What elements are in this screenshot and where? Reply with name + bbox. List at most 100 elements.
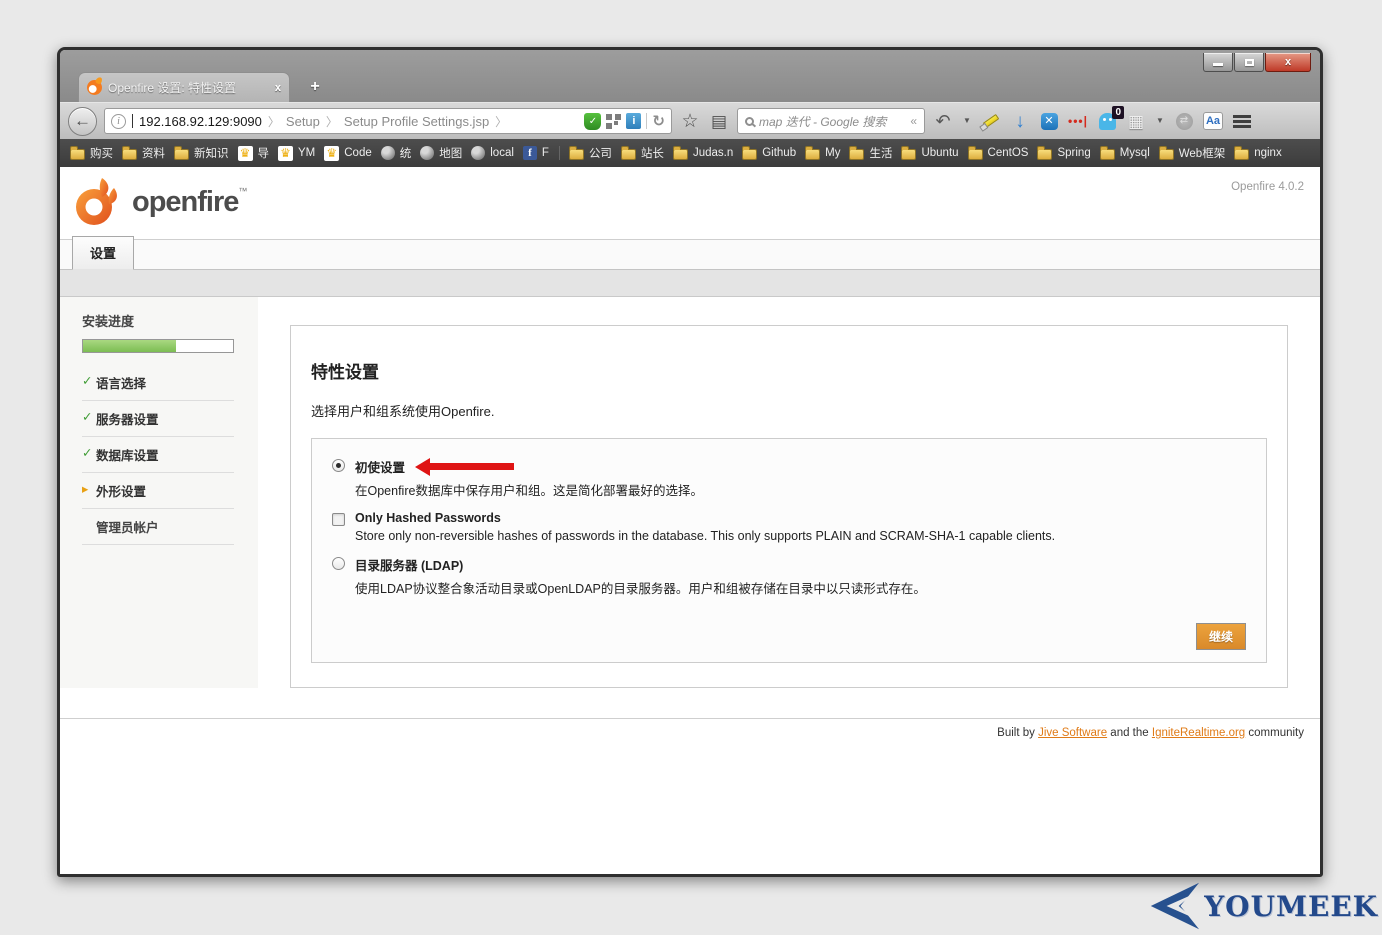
setup-steps: 语言选择 服务器设置 数据库设置 外形设置: [82, 365, 234, 545]
bookmark-item[interactable]: My: [805, 147, 840, 160]
window-controls: x: [1202, 53, 1311, 72]
highlighter-pen-icon: [983, 114, 1000, 128]
bookmark-label: Mysql: [1120, 147, 1150, 159]
bookmark-icon: [849, 149, 864, 160]
setup-body: 安装进度 语言选择 服务器设置: [60, 297, 1320, 688]
bookmark-star-icon[interactable]: ☆: [679, 110, 701, 132]
close-icon: x: [1285, 56, 1291, 68]
bookmark-label: 统: [400, 145, 412, 161]
tab-settings[interactable]: 设置: [72, 236, 134, 270]
adblock-dots-icon[interactable]: •••|: [1067, 110, 1089, 132]
qr-code-icon[interactable]: [606, 114, 621, 129]
igniterealtime-link[interactable]: IgniteRealtime.org: [1152, 727, 1245, 739]
bookmark-item[interactable]: Code: [324, 146, 372, 161]
undo-dropdown-icon[interactable]: ▼: [961, 110, 973, 132]
reload-icon[interactable]: ↻: [652, 112, 665, 130]
highlighter-icon[interactable]: [980, 110, 1002, 132]
menu-button[interactable]: [1231, 110, 1253, 132]
progress-bar: [82, 339, 234, 353]
bookmark-item[interactable]: nginx: [1234, 147, 1282, 160]
bookmark-item[interactable]: 购买: [70, 145, 113, 161]
step-label: 语言选择: [96, 377, 146, 391]
bookmark-item[interactable]: Github: [742, 147, 796, 160]
bookmark-icon: [673, 149, 688, 160]
bookmark-item[interactable]: 站长: [621, 145, 664, 161]
close-button[interactable]: x: [1265, 53, 1311, 72]
bookmark-label: CentOS: [988, 147, 1029, 159]
option-description: Store only non-reversible hashes of pass…: [355, 529, 1055, 543]
bookmark-icon: [1234, 149, 1249, 160]
bookmark-item[interactable]: F: [523, 146, 560, 160]
bookmark-item[interactable]: Judas.n: [673, 147, 733, 160]
xmarks-icon[interactable]: ✕: [1038, 110, 1060, 132]
bookmarks-bar: 购买 资料 新知识 导 YM Code: [60, 139, 1320, 167]
bookmark-item[interactable]: 地图: [420, 145, 462, 161]
bookmark-item[interactable]: 生活: [849, 145, 892, 161]
search-icon: [745, 117, 754, 126]
blank-area: [60, 749, 1320, 874]
reader-mode-icon[interactable]: Aa: [1202, 110, 1224, 132]
maximize-button[interactable]: [1234, 53, 1264, 72]
option-description: 使用LDAP协议整合象活动目录或OpenLDAP的目录服务器。用户和组被存储在目…: [355, 578, 926, 597]
bookmark-icon: [742, 149, 757, 160]
tab-close-icon[interactable]: x: [275, 82, 281, 94]
option-label[interactable]: 目录服务器 (LDAP): [355, 555, 926, 574]
bookmark-label: 导: [258, 145, 270, 161]
bookmark-item[interactable]: Web框架: [1159, 145, 1225, 161]
crumb-separator: 〉: [495, 113, 507, 130]
main-area: 特性设置 选择用户和组系统使用Openfire. 初使设置: [258, 297, 1320, 688]
security-shield-icon[interactable]: ✓: [584, 113, 601, 130]
bookmark-item[interactable]: 导: [238, 145, 270, 161]
profile-option: Only Hashed Passwords Store only non-rev…: [332, 511, 1246, 543]
option-label[interactable]: 初使设置: [355, 457, 703, 476]
step-label: 外形设置: [96, 485, 146, 499]
bookmark-item[interactable]: YM: [278, 146, 315, 161]
option-control[interactable]: [332, 459, 345, 472]
version-label: Openfire 4.0.2: [1231, 181, 1304, 193]
browser-tab[interactable]: Openfire 设置: 特性设置 x: [78, 72, 290, 102]
bookmark-item[interactable]: Spring: [1037, 147, 1090, 160]
options-box: 初使设置 在Openfire数据库中保存用户和组。这是简化部署最好的选择。: [311, 438, 1267, 663]
bookmark-icon: [471, 146, 485, 160]
download-arrow-icon[interactable]: ↓: [1009, 110, 1031, 132]
minimize-button[interactable]: [1203, 53, 1233, 72]
option-label[interactable]: Only Hashed Passwords: [355, 511, 1055, 525]
bookmark-icon: [174, 149, 189, 160]
bookmark-item[interactable]: Mysql: [1100, 147, 1150, 160]
identity-icon[interactable]: i: [626, 113, 641, 129]
openfire-wordmark: openfire: [132, 186, 238, 218]
clipboard-icon[interactable]: ▤: [708, 110, 730, 132]
bookmark-item[interactable]: 资料: [122, 145, 165, 161]
new-tab-button[interactable]: +: [302, 76, 328, 98]
bookmark-label: Judas.n: [693, 147, 733, 159]
tiles-dropdown-icon[interactable]: ▼: [1154, 110, 1166, 132]
openfire-logo: openfire™: [72, 176, 247, 228]
bookmark-label: Code: [344, 147, 372, 159]
disabled-sync-icon[interactable]: ⇄: [1173, 110, 1195, 132]
bookmark-item[interactable]: 新知识: [174, 145, 229, 161]
bookmark-label: 新知识: [194, 145, 229, 161]
option-control[interactable]: [332, 557, 345, 570]
bookmark-icon: [523, 146, 537, 160]
bookmark-item[interactable]: CentOS: [968, 147, 1029, 160]
url-bar[interactable]: i 192.168.92.129:9090 〉 Setup 〉 Setup Pr…: [104, 108, 672, 134]
search-input[interactable]: map 迭代 - Google 搜索 «: [737, 108, 925, 134]
back-button[interactable]: ←: [68, 107, 97, 136]
ghost-addon-icon[interactable]: 0: [1096, 110, 1118, 132]
jive-software-link[interactable]: Jive Software: [1038, 727, 1107, 739]
tile-grid-icon[interactable]: ▦: [1125, 110, 1147, 132]
bookmark-item[interactable]: local: [471, 146, 514, 160]
bookmark-label: nginx: [1254, 147, 1282, 159]
bookmark-item[interactable]: Ubuntu: [901, 147, 958, 160]
info-icon[interactable]: i: [111, 114, 126, 129]
bookmark-item[interactable]: 统: [381, 145, 412, 161]
option-control[interactable]: [332, 513, 345, 526]
bookmark-item[interactable]: 公司: [569, 145, 612, 161]
page-title: 特性设置: [311, 358, 1267, 383]
continue-button[interactable]: 继续: [1196, 623, 1246, 650]
openfire-header: openfire™ Openfire 4.0.2: [60, 167, 1320, 240]
undo-icon[interactable]: ↶: [932, 110, 954, 132]
setup-step: 服务器设置: [82, 401, 234, 437]
bookmark-label: 地图: [439, 145, 462, 161]
divider: [646, 113, 647, 129]
